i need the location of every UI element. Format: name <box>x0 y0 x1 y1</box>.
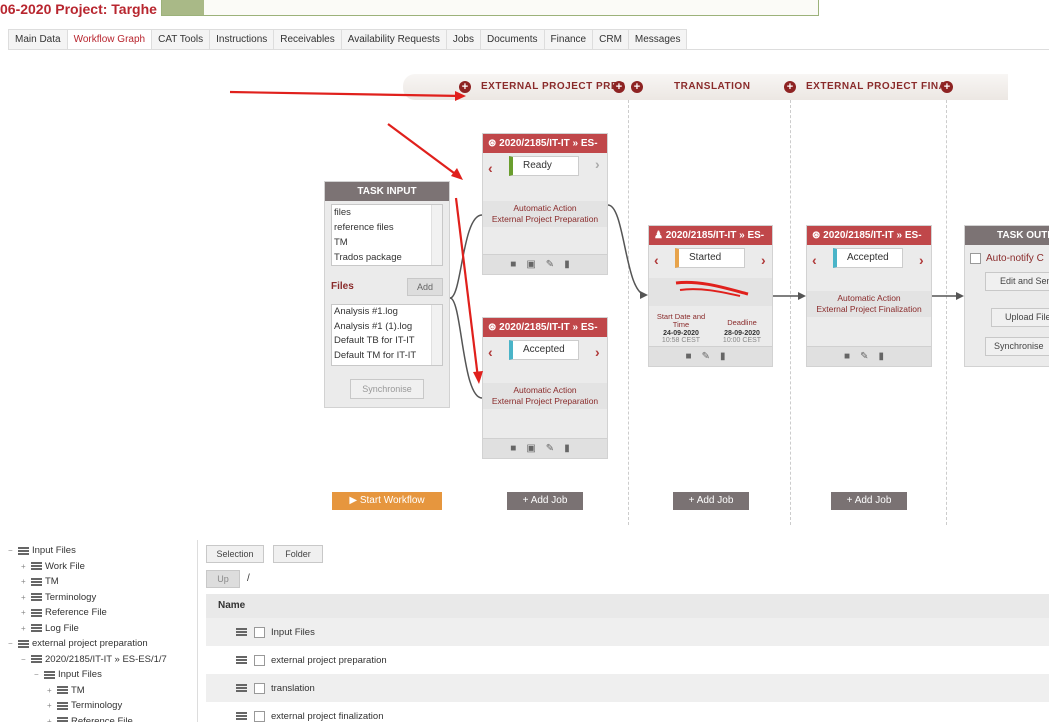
tree-item-label: external project preparation <box>32 638 148 649</box>
tree-item[interactable]: − Input Files <box>8 543 167 559</box>
list-icon <box>31 608 42 617</box>
list-icon <box>236 684 247 692</box>
tree-item-label: Reference File <box>45 607 107 618</box>
tree-item[interactable]: + TM <box>8 574 167 590</box>
list-icon <box>31 655 42 664</box>
tree-item-label: TM <box>45 576 59 587</box>
tree-item[interactable]: + Terminology <box>8 698 167 714</box>
list-icon <box>31 577 42 586</box>
tree-item[interactable]: + Terminology <box>8 590 167 606</box>
row-name: Input Files <box>271 626 315 638</box>
tree-item[interactable]: − external project preparation <box>8 636 167 652</box>
panel-divider <box>197 540 198 722</box>
expand-icon[interactable]: + <box>21 621 29 637</box>
tree-item[interactable]: + Reference File <box>8 605 167 621</box>
tree-item-label: 2020/2185/IT-IT » ES-ES/1/7 <box>45 653 167 665</box>
expand-icon[interactable]: + <box>21 574 29 590</box>
list-icon <box>236 656 247 664</box>
tree-item-label: Reference File <box>71 715 133 722</box>
collapse-icon[interactable]: − <box>8 636 16 652</box>
table-row[interactable]: external project finalization <box>206 702 1049 722</box>
file-tree: − Input Files + Work File + TM + Terminology + Re… <box>8 543 167 722</box>
tree-item[interactable]: + Log File <box>8 621 167 637</box>
expand-icon[interactable]: + <box>47 683 55 699</box>
list-icon <box>18 639 29 648</box>
tree-item-label: Work File <box>45 560 85 572</box>
table-row[interactable]: translation <box>206 674 1049 702</box>
list-icon <box>57 717 68 722</box>
tree-item-label: Terminology <box>45 591 97 603</box>
list-icon <box>57 701 68 710</box>
list-icon <box>18 546 29 555</box>
tree-item-label: Log File <box>45 622 79 634</box>
file-browser-table: Input Files external project preparation… <box>206 618 1049 722</box>
name-column-header[interactable]: Name <box>206 594 1049 618</box>
current-path: / <box>247 573 250 584</box>
tree-item-label: TM <box>71 684 85 696</box>
table-row[interactable]: Input Files <box>206 618 1049 646</box>
collapse-icon[interactable]: − <box>8 543 16 559</box>
list-icon <box>236 712 247 720</box>
selection-button[interactable]: Selection <box>206 545 264 563</box>
row-checkbox[interactable] <box>254 654 265 666</box>
expand-icon[interactable]: + <box>47 714 55 722</box>
list-icon <box>44 670 55 679</box>
list-icon <box>31 624 42 633</box>
up-button[interactable]: Up <box>206 570 240 588</box>
list-icon <box>236 628 247 636</box>
row-checkbox[interactable] <box>254 626 265 638</box>
tree-item[interactable]: + Reference File <box>8 714 167 722</box>
tree-item-label: Input Files <box>58 669 102 680</box>
row-checkbox[interactable] <box>254 710 265 722</box>
tree-item[interactable]: − Input Files <box>8 667 167 683</box>
tree-item-label: Input Files <box>32 545 76 556</box>
collapse-icon[interactable]: − <box>21 652 29 668</box>
tree-item-label: Terminology <box>71 700 123 711</box>
folder-button[interactable]: Folder <box>273 545 323 563</box>
list-icon <box>31 593 42 602</box>
row-checkbox[interactable] <box>254 682 265 694</box>
expand-icon[interactable]: + <box>47 698 55 714</box>
row-name: translation <box>271 682 315 694</box>
list-icon <box>57 686 68 695</box>
expand-icon[interactable]: + <box>21 605 29 621</box>
expand-icon[interactable]: + <box>21 559 29 575</box>
collapse-icon[interactable]: − <box>34 667 42 683</box>
tree-item[interactable]: + TM <box>8 683 167 699</box>
tree-item[interactable]: + Work File <box>8 559 167 575</box>
list-icon <box>31 562 42 571</box>
row-name: external project preparation <box>271 654 387 666</box>
tree-item[interactable]: − 2020/2185/IT-IT » ES-ES/1/7 <box>8 652 167 668</box>
table-row[interactable]: external project preparation <box>206 646 1049 674</box>
expand-icon[interactable]: + <box>21 590 29 606</box>
row-name: external project finalization <box>271 710 384 722</box>
